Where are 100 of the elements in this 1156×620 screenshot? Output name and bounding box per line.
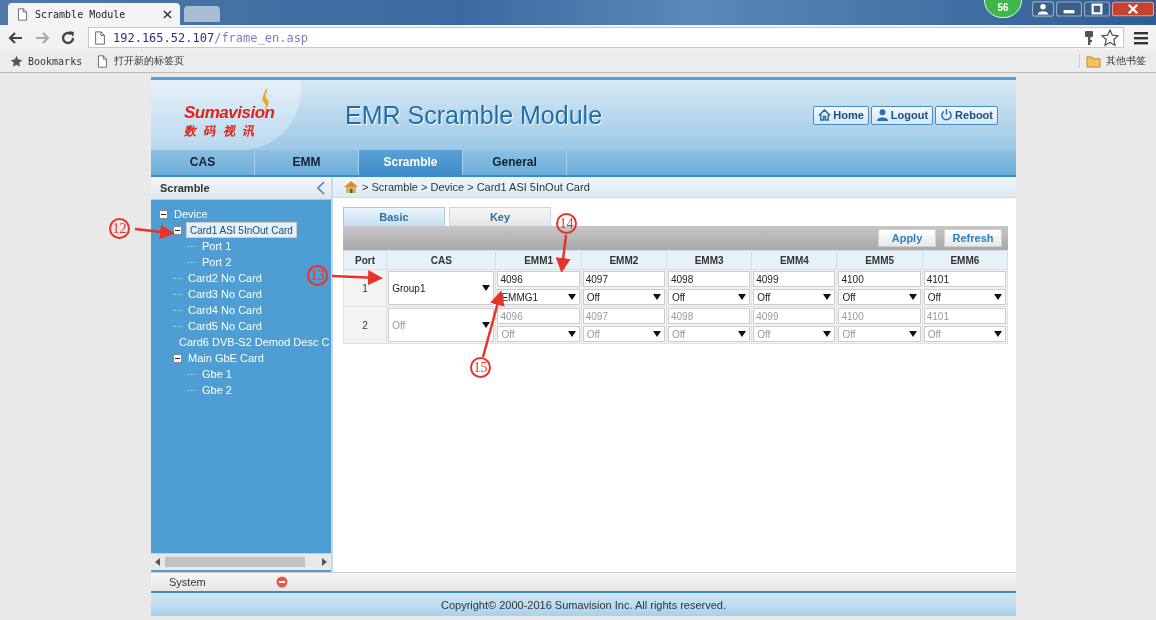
tree-item[interactable]: Port 2: [200, 256, 234, 268]
panel-title: Scramble: [160, 182, 210, 194]
close-icon[interactable]: [1112, 1, 1154, 17]
star-icon: [10, 54, 23, 68]
tree-item[interactable]: Main GbE Card: [186, 352, 266, 364]
tree-item[interactable]: Card3 No Card: [186, 288, 264, 300]
column-header: EMM6: [922, 250, 1008, 270]
column-header: Port: [343, 250, 387, 270]
collapse-icon[interactable]: [159, 209, 168, 219]
app-title: EMR Scramble Module: [345, 100, 603, 130]
tree-item[interactable]: Card2 No Card: [186, 272, 264, 284]
column-header: EMM4: [751, 250, 837, 270]
logout-button[interactable]: Logout: [870, 105, 934, 125]
system-label: System: [169, 576, 206, 588]
column-header: CAS: [386, 250, 496, 270]
tree-item[interactable]: Card5 No Card: [186, 320, 264, 332]
caret-icon: [652, 331, 661, 337]
apply-button[interactable]: Apply: [878, 229, 936, 247]
home-icon: [818, 108, 832, 122]
caret-icon: [908, 294, 917, 300]
collapse-icon[interactable]: [173, 225, 182, 235]
callout-number: 15: [470, 357, 491, 378]
close-icon[interactable]: [163, 9, 172, 19]
count-badge: 56: [984, 0, 1022, 18]
dropdown[interactable]: Off: [753, 289, 836, 305]
tab[interactable]: Key: [449, 207, 551, 226]
caret-icon: [567, 331, 576, 337]
input-field[interactable]: 4096: [497, 271, 580, 287]
caret-icon: [738, 331, 747, 337]
tab[interactable]: Basic: [343, 207, 445, 226]
reload-icon[interactable]: [60, 29, 76, 46]
logo-subtitle: 数 码 视 讯: [184, 122, 257, 140]
input-field[interactable]: 4099: [753, 271, 836, 287]
input-field[interactable]: 4098: [667, 271, 751, 287]
input-field[interactable]: 4100: [838, 271, 921, 287]
caret-icon: [823, 294, 832, 300]
caret-icon: [908, 331, 917, 337]
dropdown[interactable]: EMMG1: [497, 289, 580, 305]
tree-item[interactable]: Card1 ASI 5InOut Card: [186, 222, 297, 238]
tree-item[interactable]: Device: [172, 208, 210, 220]
dropdown[interactable]: Group1: [388, 271, 495, 305]
column-header: EMM1: [495, 250, 582, 270]
refresh-button[interactable]: Refresh: [944, 229, 1002, 247]
input-field[interactable]: 4101: [923, 271, 1006, 287]
status-icon: [275, 576, 288, 588]
scroll-right-icon[interactable]: [321, 558, 327, 566]
key-icon[interactable]: [1083, 29, 1095, 46]
caret-icon: [994, 331, 1002, 337]
dropdown[interactable]: Off: [923, 289, 1006, 305]
page-icon: [93, 30, 107, 45]
folder-icon: [1086, 54, 1101, 68]
table-cell: 2: [343, 306, 387, 344]
tree-item[interactable]: Port 1: [200, 240, 234, 252]
dropdown[interactable]: Off: [582, 289, 665, 305]
copyright-text: Copyright© 2000-2016 Sumavision Inc. All rights reserved.: [440, 598, 727, 611]
power-icon: [940, 108, 954, 122]
callout-number: 12: [109, 218, 130, 239]
tree-item[interactable]: Gbe 1: [200, 368, 234, 380]
user-icon[interactable]: [1032, 1, 1054, 17]
page-icon: [16, 7, 29, 21]
browser-tab[interactable]: Scramble Module: [8, 3, 180, 25]
column-header: EMM2: [581, 250, 667, 270]
caret-icon: [994, 294, 1002, 300]
tree-item[interactable]: Card4 No Card: [186, 304, 264, 316]
user-icon: [875, 108, 889, 122]
caret-icon: [567, 294, 576, 300]
caret-icon: [823, 331, 832, 337]
logo-text: Sumavision: [184, 102, 276, 123]
nav-tab[interactable]: Scramble: [359, 150, 463, 175]
tree-item[interactable]: Card6 DVB-S2 Demod Desc C: [177, 336, 331, 348]
nav-tab[interactable]: CAS: [151, 150, 255, 175]
url-text: 192.165.52.107/frame_en.asp: [113, 30, 309, 45]
nav-tab[interactable]: General: [463, 150, 567, 175]
column-header: EMM5: [836, 250, 923, 270]
dropdown[interactable]: Off: [838, 289, 921, 305]
address-field[interactable]: 192.165.52.107/frame_en.asp: [88, 27, 1124, 48]
home-button[interactable]: Home: [813, 105, 869, 125]
collapse-icon[interactable]: [173, 353, 182, 363]
minimize-icon[interactable]: [1056, 1, 1082, 17]
bookmark-folder[interactable]: 其他书签: [1079, 54, 1146, 68]
input-field[interactable]: 4097: [582, 271, 665, 287]
home-icon: [343, 180, 359, 194]
tab-title: Scramble Module: [35, 8, 127, 20]
star-icon[interactable]: [1101, 28, 1119, 47]
dropdown[interactable]: Off: [667, 289, 751, 305]
breadcrumb: > Scramble > Device > Card1 ASI 5InOut Card: [362, 181, 590, 193]
bookmark-link[interactable]: Bookmarks: [10, 54, 83, 68]
scroll-left-icon[interactable]: [155, 558, 161, 566]
reboot-button[interactable]: Reboot: [935, 105, 998, 125]
back-icon[interactable]: [8, 29, 24, 46]
caret-icon: [482, 285, 491, 291]
bookmark-link[interactable]: 打开新的标签页: [96, 54, 185, 68]
menu-icon[interactable]: [1134, 30, 1148, 45]
callout-number: 14: [556, 213, 577, 234]
tree-item[interactable]: Gbe 2: [200, 384, 234, 396]
column-header: EMM3: [666, 250, 752, 270]
maximize-icon[interactable]: [1084, 1, 1110, 17]
caret-icon: [738, 294, 747, 300]
scrollbar-thumb[interactable]: [165, 557, 305, 567]
caret-icon: [652, 294, 661, 300]
